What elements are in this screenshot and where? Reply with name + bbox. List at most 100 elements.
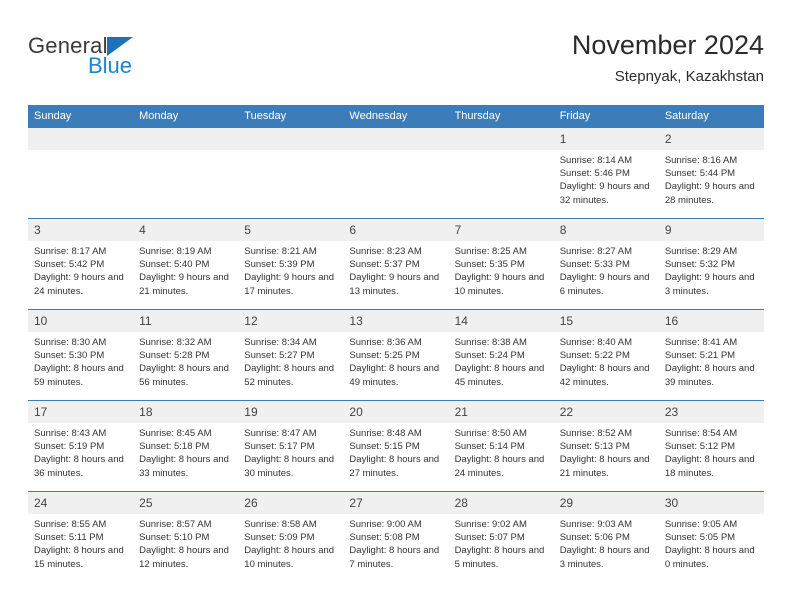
- calendar-day-cell[interactable]: 8 Sunrise: 8:27 AM Sunset: 5:33 PM Daylight…: [553, 218, 659, 310]
- day-info: Sunrise: 8:58 AM Sunset: 5:09 PM Daylight:…: [238, 514, 343, 571]
- daylight-text: Daylight: 8 hours and 18 minutes.: [664, 454, 755, 479]
- sunrise-text: Sunrise: 9:03 AM: [559, 519, 633, 530]
- daylight-text: Daylight: 8 hours and 33 minutes.: [139, 454, 229, 479]
- calendar-day-cell[interactable]: 6 Sunrise: 8:23 AM Sunset: 5:37 PM Daylight…: [343, 218, 449, 310]
- sunrise-text: Sunrise: 8:25 AM: [454, 246, 527, 257]
- sunset-text: Sunset: 5:25 PM: [349, 350, 420, 362]
- sunrise-text: Sunrise: 8:32 AM: [139, 337, 212, 348]
- day-info: Sunrise: 8:23 AM Sunset: 5:37 PM Daylight:…: [343, 241, 448, 298]
- calendar-day-cell[interactable]: 16 Sunrise: 8:41 AM Sunset: 5:21 PM Dayligh…: [658, 309, 764, 401]
- day-number: 12: [238, 310, 344, 332]
- day-number: 23: [658, 401, 764, 423]
- calendar-day-cell[interactable]: 23 Sunrise: 8:54 AM Sunset: 5:12 PM Dayligh…: [658, 400, 764, 492]
- daylight-text: Daylight: 9 hours and 24 minutes.: [34, 272, 124, 297]
- daylight-text: Daylight: 8 hours and 42 minutes.: [559, 363, 650, 388]
- day-info: Sunrise: 9:03 AM Sunset: 5:06 PM Daylight:…: [554, 514, 659, 571]
- day-number: 17: [28, 401, 134, 423]
- daylight-text: Daylight: 8 hours and 30 minutes.: [244, 454, 335, 479]
- day-info: Sunrise: 8:16 AM Sunset: 5:44 PM Daylight:…: [659, 150, 764, 207]
- calendar-day-cell[interactable]: 1 Sunrise: 8:14 AM Sunset: 5:46 PM Daylight…: [553, 128, 659, 219]
- title-block: November 2024 Stepnyak, Kazakhstan: [572, 28, 764, 88]
- day-info: Sunrise: 8:47 AM Sunset: 5:17 PM Daylight:…: [238, 423, 343, 480]
- sunrise-text: Sunrise: 8:41 AM: [664, 337, 738, 348]
- brand-name-blue: Blue: [88, 53, 133, 78]
- sunrise-text: Sunrise: 8:17 AM: [34, 246, 107, 257]
- calendar-day-cell[interactable]: 24 Sunrise: 8:55 AM Sunset: 5:11 PM Dayligh…: [28, 491, 134, 582]
- day-number: 1: [553, 128, 659, 150]
- day-number: [238, 128, 344, 150]
- day-number: 22: [553, 401, 659, 423]
- calendar-day-cell[interactable]: 4 Sunrise: 8:19 AM Sunset: 5:40 PM Daylight…: [133, 218, 239, 310]
- calendar-day-cell[interactable]: 17 Sunrise: 8:43 AM Sunset: 5:19 PM Dayligh…: [28, 400, 134, 492]
- day-info: Sunrise: 8:21 AM Sunset: 5:39 PM Daylight:…: [238, 241, 343, 298]
- day-number: 7: [448, 219, 554, 241]
- calendar-body: 1 Sunrise: 8:14 AM Sunset: 5:46 PM Daylight…: [28, 128, 764, 582]
- brand-logo[interactable]: General Blue: [28, 34, 228, 94]
- calendar-day-cell[interactable]: 30 Sunrise: 9:05 AM Sunset: 5:05 PM Dayligh…: [658, 491, 764, 582]
- sunset-text: Sunset: 5:05 PM: [664, 532, 736, 544]
- sunset-text: Sunset: 5:30 PM: [34, 350, 105, 362]
- weekday-header-tuesday: Tuesday: [238, 105, 344, 128]
- calendar-day-cell[interactable]: 9 Sunrise: 8:29 AM Sunset: 5:32 PM Daylight…: [658, 218, 764, 310]
- calendar-page: General Blue November 2024 Stepnyak, Kaz…: [0, 0, 792, 612]
- calendar-day-cell[interactable]: 20 Sunrise: 8:48 AM Sunset: 5:15 PM Dayligh…: [343, 400, 449, 492]
- calendar-day-cell[interactable]: 29 Sunrise: 9:03 AM Sunset: 5:06 PM Dayligh…: [553, 491, 659, 582]
- calendar-day-cell[interactable]: 7 Sunrise: 8:25 AM Sunset: 5:35 PM Daylight…: [448, 218, 554, 310]
- day-number: 9: [658, 219, 764, 241]
- calendar-week-row: 17 Sunrise: 8:43 AM Sunset: 5:19 PM Dayligh…: [28, 400, 764, 492]
- calendar-day-cell[interactable]: 3 Sunrise: 8:17 AM Sunset: 5:42 PM Daylight…: [28, 218, 134, 310]
- day-info: Sunrise: 8:40 AM Sunset: 5:22 PM Daylight:…: [554, 332, 659, 389]
- day-info: Sunrise: 8:41 AM Sunset: 5:21 PM Daylight:…: [659, 332, 764, 389]
- calendar-day-cell[interactable]: 10 Sunrise: 8:30 AM Sunset: 5:30 PM Dayligh…: [28, 309, 134, 401]
- day-info: Sunrise: 8:55 AM Sunset: 5:11 PM Daylight:…: [28, 514, 133, 571]
- day-info: Sunrise: 8:54 AM Sunset: 5:12 PM Daylight:…: [659, 423, 764, 480]
- day-info: Sunrise: 8:17 AM Sunset: 5:42 PM Daylight:…: [28, 241, 133, 298]
- sunrise-text: Sunrise: 9:00 AM: [349, 519, 422, 530]
- sunset-text: Sunset: 5:15 PM: [349, 441, 420, 453]
- calendar-day-cell[interactable]: 22 Sunrise: 8:52 AM Sunset: 5:13 PM Dayligh…: [553, 400, 659, 492]
- calendar-day-cell[interactable]: 19 Sunrise: 8:47 AM Sunset: 5:17 PM Dayligh…: [238, 400, 344, 492]
- calendar-day-cell[interactable]: 28 Sunrise: 9:02 AM Sunset: 5:07 PM Dayligh…: [448, 491, 554, 582]
- daylight-text: Daylight: 8 hours and 5 minutes.: [454, 545, 545, 570]
- calendar-day-cell[interactable]: 15 Sunrise: 8:40 AM Sunset: 5:22 PM Dayligh…: [553, 309, 659, 401]
- calendar-day-cell[interactable]: 27 Sunrise: 9:00 AM Sunset: 5:08 PM Dayligh…: [343, 491, 449, 582]
- day-info: Sunrise: 9:02 AM Sunset: 5:07 PM Daylight:…: [449, 514, 554, 571]
- sunrise-text: Sunrise: 8:38 AM: [454, 337, 527, 348]
- calendar-day-cell-empty: [448, 128, 554, 219]
- daylight-text: Daylight: 8 hours and 39 minutes.: [664, 363, 755, 388]
- calendar-day-cell[interactable]: 21 Sunrise: 8:50 AM Sunset: 5:14 PM Dayligh…: [448, 400, 554, 492]
- daylight-text: Daylight: 9 hours and 13 minutes.: [349, 272, 440, 297]
- sunset-text: Sunset: 5:22 PM: [559, 350, 630, 362]
- day-info: Sunrise: 9:05 AM Sunset: 5:05 PM Daylight:…: [659, 514, 764, 571]
- calendar-day-cell[interactable]: 26 Sunrise: 8:58 AM Sunset: 5:09 PM Dayligh…: [238, 491, 344, 582]
- calendar-week-row: 1 Sunrise: 8:14 AM Sunset: 5:46 PM Daylight…: [28, 128, 764, 219]
- calendar-day-cell[interactable]: 12 Sunrise: 8:34 AM Sunset: 5:27 PM Dayligh…: [238, 309, 344, 401]
- day-info: Sunrise: 8:25 AM Sunset: 5:35 PM Daylight:…: [449, 241, 554, 298]
- sunset-text: Sunset: 5:42 PM: [34, 259, 105, 271]
- sunset-text: Sunset: 5:37 PM: [349, 259, 420, 271]
- page-subtitle: Stepnyak, Kazakhstan: [614, 68, 764, 85]
- day-info: Sunrise: 8:38 AM Sunset: 5:24 PM Daylight:…: [449, 332, 554, 389]
- sunset-text: Sunset: 5:27 PM: [244, 350, 315, 362]
- calendar-day-cell[interactable]: 2 Sunrise: 8:16 AM Sunset: 5:44 PM Daylight…: [658, 128, 764, 219]
- sunrise-text: Sunrise: 8:47 AM: [244, 428, 317, 439]
- sunrise-text: Sunrise: 8:23 AM: [349, 246, 422, 257]
- calendar-day-cell[interactable]: 11 Sunrise: 8:32 AM Sunset: 5:28 PM Dayligh…: [133, 309, 239, 401]
- day-number: 11: [133, 310, 239, 332]
- sunrise-text: Sunrise: 8:29 AM: [664, 246, 738, 257]
- day-number: 18: [133, 401, 239, 423]
- calendar-day-cell[interactable]: 13 Sunrise: 8:36 AM Sunset: 5:25 PM Dayligh…: [343, 309, 449, 401]
- sunset-text: Sunset: 5:44 PM: [664, 168, 736, 180]
- calendar-day-cell[interactable]: 14 Sunrise: 8:38 AM Sunset: 5:24 PM Dayligh…: [448, 309, 554, 401]
- daylight-text: Daylight: 8 hours and 24 minutes.: [454, 454, 545, 479]
- calendar-day-cell[interactable]: 25 Sunrise: 8:57 AM Sunset: 5:10 PM Dayligh…: [133, 491, 239, 582]
- daylight-text: Daylight: 8 hours and 56 minutes.: [139, 363, 229, 388]
- calendar-day-cell[interactable]: 5 Sunrise: 8:21 AM Sunset: 5:39 PM Daylight…: [238, 218, 344, 310]
- calendar-day-cell[interactable]: 18 Sunrise: 8:45 AM Sunset: 5:18 PM Dayligh…: [133, 400, 239, 492]
- day-number: [28, 128, 134, 150]
- sunset-text: Sunset: 5:33 PM: [559, 259, 630, 271]
- sunset-text: Sunset: 5:08 PM: [349, 532, 420, 544]
- daylight-text: Daylight: 8 hours and 0 minutes.: [664, 545, 755, 570]
- sunrise-text: Sunrise: 8:55 AM: [34, 519, 107, 530]
- sunrise-text: Sunrise: 8:48 AM: [349, 428, 422, 439]
